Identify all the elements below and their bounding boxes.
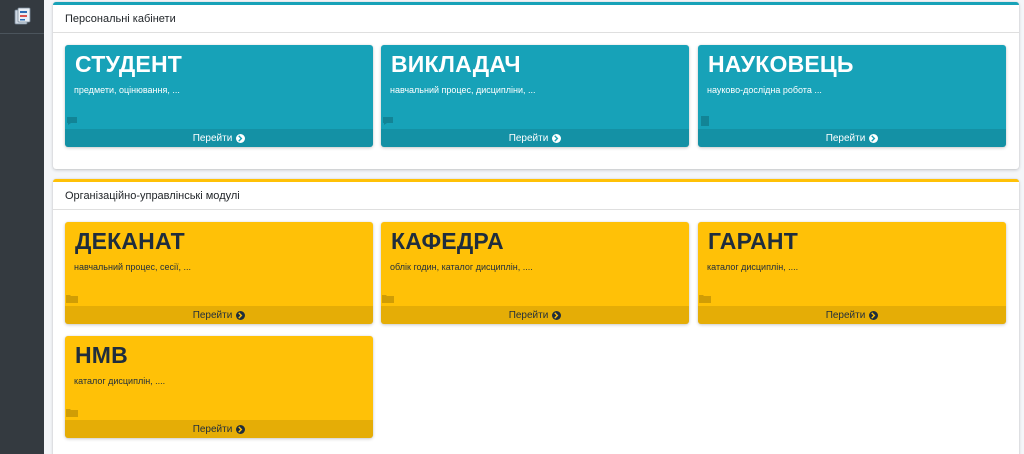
tile-department: КАФЕДРА облік годин, каталог дисциплін, … [381, 222, 689, 324]
arrow-circle-right-icon [869, 133, 879, 143]
arrow-circle-right-icon [236, 424, 246, 434]
go-button-student[interactable]: Перейти [65, 129, 373, 147]
go-label: Перейти [825, 132, 866, 144]
folder-icon [699, 295, 711, 303]
chat-icon [67, 117, 77, 125]
go-button-teacher[interactable]: Перейти [381, 129, 689, 147]
go-button-scientist[interactable]: Перейти [698, 129, 1006, 147]
tile-nmv: НМВ каталог дисциплін, .... Перейти [65, 336, 373, 438]
go-button-dean-office[interactable]: Перейти [65, 306, 373, 324]
tile-description: навчальний процес, дисципліни, ... [390, 85, 536, 95]
tile-title: НАУКОВЕЦЬ [708, 51, 854, 77]
sidebar-brand[interactable] [0, 0, 44, 34]
arrow-circle-right-icon [552, 310, 562, 320]
go-label: Перейти [192, 132, 233, 144]
tile-title: ГАРАНТ [708, 228, 798, 254]
main-content: Персональні кабінети СТУДЕНТ предмети, о… [44, 0, 1024, 454]
tile-student: СТУДЕНТ предмети, оцінювання, ... Перейт… [65, 45, 373, 147]
tile-description: навчальний процес, сесії, ... [74, 262, 191, 272]
tile-dean-office: ДЕКАНАТ навчальний процес, сесії, ... Пе… [65, 222, 373, 324]
tile-title: НМВ [75, 342, 128, 368]
card-header: Організаційно-управлінські модулі [53, 182, 1019, 210]
arrow-circle-right-icon [869, 310, 879, 320]
chat-icon [383, 117, 393, 125]
arrow-circle-right-icon [552, 133, 562, 143]
go-button-guarantor[interactable]: Перейти [698, 306, 1006, 324]
tile-description: науково-дослідна робота ... [707, 85, 822, 95]
tile-guarantor: ГАРАНТ каталог дисциплін, .... Перейти [698, 222, 1006, 324]
arrow-circle-right-icon [236, 310, 246, 320]
folder-icon [66, 295, 78, 303]
go-label: Перейти [192, 309, 233, 321]
sidebar [0, 0, 44, 454]
tile-description: предмети, оцінювання, ... [74, 85, 180, 95]
book-icon [701, 116, 709, 126]
management-modules-card: Організаційно-управлінські модулі ДЕКАНА… [53, 179, 1019, 454]
tile-scientist: НАУКОВЕЦЬ науково-дослідна робота ... Пе… [698, 45, 1006, 147]
go-label: Перейти [508, 309, 549, 321]
go-button-department[interactable]: Перейти [381, 306, 689, 324]
go-label: Перейти [825, 309, 866, 321]
app-logo-icon[interactable] [12, 7, 32, 27]
tile-description: каталог дисциплін, .... [74, 376, 166, 386]
go-button-nmv[interactable]: Перейти [65, 420, 373, 438]
go-label: Перейти [192, 423, 233, 435]
arrow-circle-right-icon [236, 133, 246, 143]
tile-description: каталог дисциплін, .... [707, 262, 799, 272]
tile-teacher: ВИКЛАДАЧ навчальний процес, дисципліни, … [381, 45, 689, 147]
personal-cabinets-card: Персональні кабінети СТУДЕНТ предмети, о… [53, 2, 1019, 169]
tile-title: ДЕКАНАТ [75, 228, 185, 254]
folder-icon [382, 295, 394, 303]
tile-title: СТУДЕНТ [75, 51, 183, 77]
go-label: Перейти [508, 132, 549, 144]
card-header: Персональні кабінети [53, 5, 1019, 33]
tile-title: КАФЕДРА [391, 228, 504, 254]
tile-title: ВИКЛАДАЧ [391, 51, 521, 77]
folder-icon [66, 409, 78, 417]
tile-description: облік годин, каталог дисциплін, .... [390, 262, 533, 272]
